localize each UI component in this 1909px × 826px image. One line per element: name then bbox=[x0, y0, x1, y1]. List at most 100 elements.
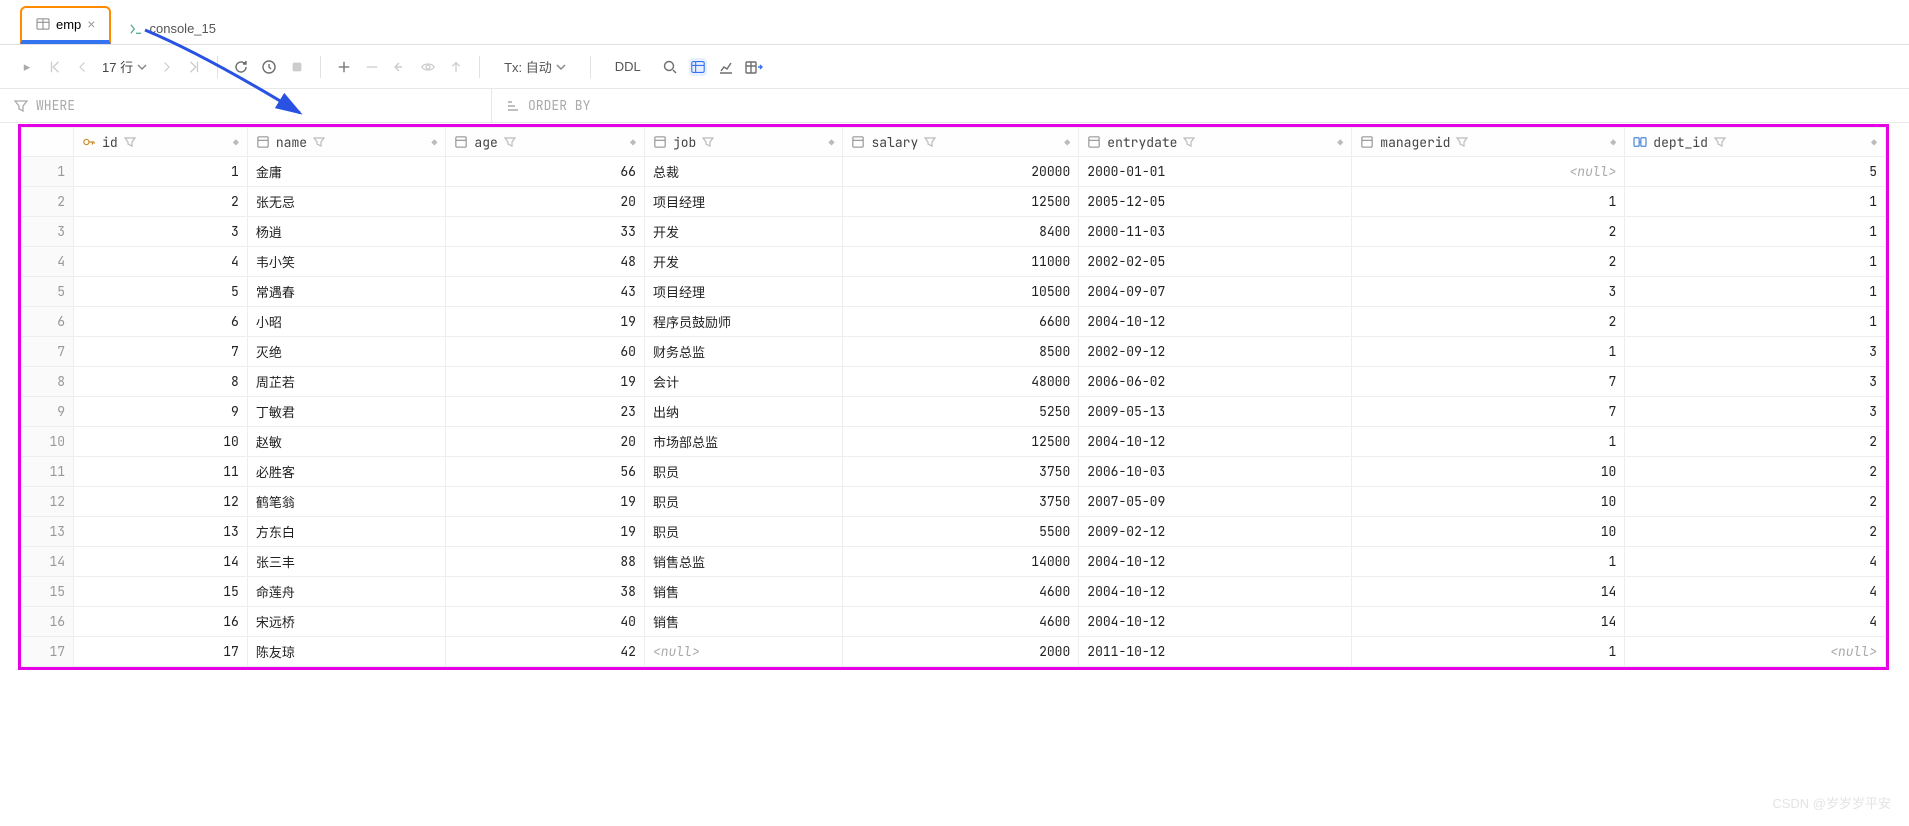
cell-job[interactable]: 销售 bbox=[644, 577, 843, 607]
cell-name[interactable]: 命莲舟 bbox=[247, 577, 446, 607]
cell-managerid[interactable]: 10 bbox=[1352, 487, 1625, 517]
cell-salary[interactable]: 12500 bbox=[843, 427, 1079, 457]
remove-row-icon[interactable] bbox=[363, 58, 381, 76]
cell-entrydate[interactable]: 2009-05-13 bbox=[1079, 397, 1352, 427]
cell-entrydate[interactable]: 2011-10-12 bbox=[1079, 637, 1352, 667]
cell-id[interactable]: 13 bbox=[74, 517, 248, 547]
cell-dept_id[interactable]: 2 bbox=[1625, 427, 1886, 457]
table-row[interactable]: 1515命莲舟38销售46002004-10-12144 bbox=[22, 577, 1886, 607]
cell-age[interactable]: 60 bbox=[446, 337, 645, 367]
cell-managerid[interactable]: 14 bbox=[1352, 577, 1625, 607]
cell-name[interactable]: 丁敏君 bbox=[247, 397, 446, 427]
autorefresh-icon[interactable] bbox=[260, 58, 278, 76]
cell-name[interactable]: 常遇春 bbox=[247, 277, 446, 307]
cell-id[interactable]: 1 bbox=[74, 157, 248, 187]
submit-icon[interactable] bbox=[447, 58, 465, 76]
cell-dept_id[interactable]: 3 bbox=[1625, 397, 1886, 427]
cell-id[interactable]: 17 bbox=[74, 637, 248, 667]
cell-entrydate[interactable]: 2000-01-01 bbox=[1079, 157, 1352, 187]
cell-id[interactable]: 8 bbox=[74, 367, 248, 397]
cell-job[interactable]: 职员 bbox=[644, 517, 843, 547]
cell-job[interactable]: <null> bbox=[644, 637, 843, 667]
cell-entrydate[interactable]: 2004-10-12 bbox=[1079, 547, 1352, 577]
cell-salary[interactable]: 3750 bbox=[843, 457, 1079, 487]
cell-name[interactable]: 杨逍 bbox=[247, 217, 446, 247]
cell-name[interactable]: 宋远桥 bbox=[247, 607, 446, 637]
table-row[interactable]: 1212鹤笔翁19职员37502007-05-09102 bbox=[22, 487, 1886, 517]
cell-name[interactable]: 赵敏 bbox=[247, 427, 446, 457]
column-header-age[interactable]: age◆ bbox=[446, 128, 645, 157]
cell-job[interactable]: 开发 bbox=[644, 217, 843, 247]
cell-dept_id[interactable]: 2 bbox=[1625, 517, 1886, 547]
cell-managerid[interactable]: 7 bbox=[1352, 367, 1625, 397]
cell-dept_id[interactable]: 1 bbox=[1625, 277, 1886, 307]
cell-age[interactable]: 56 bbox=[446, 457, 645, 487]
cell-job[interactable]: 会计 bbox=[644, 367, 843, 397]
cell-name[interactable]: 陈友琼 bbox=[247, 637, 446, 667]
cell-managerid[interactable]: 1 bbox=[1352, 547, 1625, 577]
cell-age[interactable]: 42 bbox=[446, 637, 645, 667]
cell-age[interactable]: 23 bbox=[446, 397, 645, 427]
cell-managerid[interactable]: 14 bbox=[1352, 607, 1625, 637]
cell-age[interactable]: 48 bbox=[446, 247, 645, 277]
cell-name[interactable]: 周芷若 bbox=[247, 367, 446, 397]
cell-salary[interactable]: 3750 bbox=[843, 487, 1079, 517]
cell-id[interactable]: 16 bbox=[74, 607, 248, 637]
row-count[interactable]: 17 行 bbox=[102, 57, 147, 76]
last-page-icon[interactable] bbox=[185, 58, 203, 76]
table-row[interactable]: 11金庸66总裁200002000-01-01<null>5 bbox=[22, 157, 1886, 187]
tab-console-15[interactable]: console_15 bbox=[115, 13, 230, 44]
cell-managerid[interactable]: 1 bbox=[1352, 637, 1625, 667]
first-page-icon[interactable] bbox=[46, 58, 64, 76]
cell-job[interactable]: 总裁 bbox=[644, 157, 843, 187]
cell-salary[interactable]: 48000 bbox=[843, 367, 1079, 397]
cell-id[interactable]: 2 bbox=[74, 187, 248, 217]
cell-salary[interactable]: 11000 bbox=[843, 247, 1079, 277]
cell-job[interactable]: 出纳 bbox=[644, 397, 843, 427]
table-row[interactable]: 99丁敏君23出纳52502009-05-1373 bbox=[22, 397, 1886, 427]
tx-mode-button[interactable]: Tx: 自动 bbox=[494, 53, 576, 80]
cell-job[interactable]: 开发 bbox=[644, 247, 843, 277]
column-header-id[interactable]: id◆ bbox=[74, 128, 248, 157]
column-header-job[interactable]: job◆ bbox=[644, 128, 843, 157]
cell-name[interactable]: 张无忌 bbox=[247, 187, 446, 217]
cell-age[interactable]: 19 bbox=[446, 307, 645, 337]
cell-managerid[interactable]: 1 bbox=[1352, 187, 1625, 217]
cell-job[interactable]: 职员 bbox=[644, 487, 843, 517]
cell-managerid[interactable]: 1 bbox=[1352, 427, 1625, 457]
cell-name[interactable]: 金庸 bbox=[247, 157, 446, 187]
cell-age[interactable]: 19 bbox=[446, 367, 645, 397]
cell-age[interactable]: 20 bbox=[446, 427, 645, 457]
cell-dept_id[interactable]: 4 bbox=[1625, 577, 1886, 607]
cell-name[interactable]: 方东白 bbox=[247, 517, 446, 547]
cell-age[interactable]: 19 bbox=[446, 487, 645, 517]
cell-job[interactable]: 销售总监 bbox=[644, 547, 843, 577]
stop-icon[interactable] bbox=[288, 58, 306, 76]
cell-dept_id[interactable]: 5 bbox=[1625, 157, 1886, 187]
cell-entrydate[interactable]: 2006-10-03 bbox=[1079, 457, 1352, 487]
close-icon[interactable]: × bbox=[87, 16, 95, 32]
table-row[interactable]: 88周芷若19会计480002006-06-0273 bbox=[22, 367, 1886, 397]
cell-dept_id[interactable]: 4 bbox=[1625, 547, 1886, 577]
revert-icon[interactable] bbox=[391, 58, 409, 76]
cell-id[interactable]: 14 bbox=[74, 547, 248, 577]
chevron-right-collapse-icon[interactable]: ▸ bbox=[18, 58, 36, 76]
cell-managerid[interactable]: 3 bbox=[1352, 277, 1625, 307]
add-row-icon[interactable] bbox=[335, 58, 353, 76]
cell-salary[interactable]: 8400 bbox=[843, 217, 1079, 247]
where-filter[interactable]: WHERE bbox=[0, 89, 492, 122]
cell-job[interactable]: 项目经理 bbox=[644, 277, 843, 307]
table-view-icon[interactable] bbox=[689, 58, 707, 76]
cell-age[interactable]: 20 bbox=[446, 187, 645, 217]
cell-name[interactable]: 小昭 bbox=[247, 307, 446, 337]
cell-id[interactable]: 10 bbox=[74, 427, 248, 457]
cell-job[interactable]: 市场部总监 bbox=[644, 427, 843, 457]
cell-job[interactable]: 项目经理 bbox=[644, 187, 843, 217]
cell-salary[interactable]: 5250 bbox=[843, 397, 1079, 427]
cell-age[interactable]: 38 bbox=[446, 577, 645, 607]
cell-age[interactable]: 66 bbox=[446, 157, 645, 187]
cell-name[interactable]: 灭绝 bbox=[247, 337, 446, 367]
table-row[interactable]: 1111必胜客56职员37502006-10-03102 bbox=[22, 457, 1886, 487]
cell-id[interactable]: 5 bbox=[74, 277, 248, 307]
column-header-dept_id[interactable]: dept_id◆ bbox=[1625, 128, 1886, 157]
